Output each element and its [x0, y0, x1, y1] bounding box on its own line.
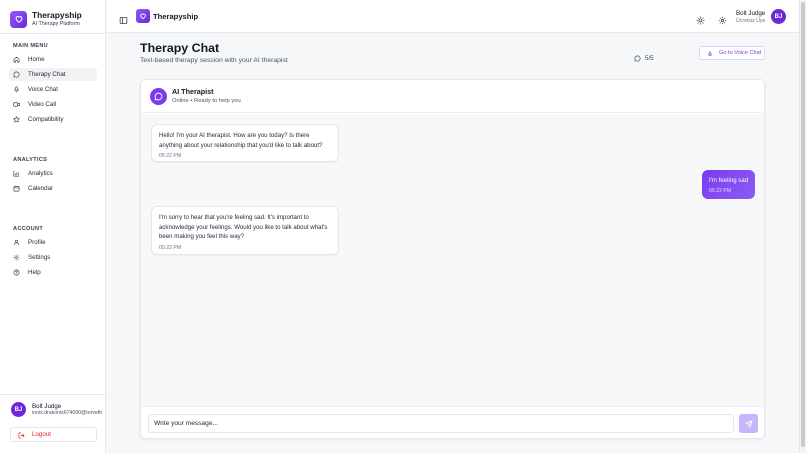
chat-bubble-icon: [634, 49, 641, 67]
sidebar-item-label: Therapy Chat: [28, 71, 66, 78]
message-text: I'm sorry to hear that you're feeling sa…: [159, 214, 328, 241]
message-text: Hello! I'm your AI therapist. How are yo…: [159, 132, 323, 149]
video-camera-icon: [13, 101, 20, 108]
user-email: ionix.drakonis674090@torveth: [32, 410, 103, 416]
assistant-name: AI Therapist: [172, 87, 214, 96]
user-name: Bolt Judge: [32, 403, 62, 410]
quota-count: 5/5: [645, 54, 654, 62]
top-bar: Therapyship Bolt Judge Ücretsiz Üye BJ: [107, 0, 799, 33]
sidebar-item-voice-chat[interactable]: Voice Chat: [9, 83, 97, 96]
sidebar-toggle-icon[interactable]: [119, 12, 128, 24]
calendar-icon: [13, 185, 20, 192]
section-label-analytics: ANALYTICS: [13, 157, 48, 163]
divider: [0, 394, 106, 395]
top-bar-title: Therapyship: [153, 12, 199, 21]
gear-icon[interactable]: [718, 12, 727, 25]
page-subtitle: Text-based therapy session with your AI …: [140, 57, 288, 64]
sidebar-item-therapy-chat[interactable]: Therapy Chat: [9, 68, 97, 81]
send-button[interactable]: [739, 414, 758, 433]
sidebar-item-settings[interactable]: Settings: [9, 251, 97, 264]
chat-panel: AI Therapist Online • Ready to help you …: [140, 79, 765, 439]
voice-button-label: Go to Voice Chat: [719, 50, 762, 56]
sidebar-item-label: Calendar: [28, 185, 54, 192]
scrollbar-thumb[interactable]: [801, 2, 805, 447]
message-time: 05:22 PM: [159, 153, 182, 159]
chat-bubble-icon: [13, 71, 20, 78]
go-to-voice-chat-button[interactable]: Go to Voice Chat: [699, 46, 765, 60]
bar-chart-icon: [13, 170, 20, 177]
message-bubble-ai: Hello! I'm your AI therapist. How are yo…: [151, 124, 339, 162]
assistant-status: Online • Ready to help you: [172, 98, 241, 104]
microphone-icon: [707, 44, 713, 62]
brand[interactable]: Therapyship AI Therapy Platform: [10, 10, 82, 28]
message-time: 05:22 PM: [159, 245, 182, 251]
brand-title: Therapyship: [32, 10, 82, 20]
heart-logo-icon: [10, 10, 27, 28]
sidebar: Therapyship AI Therapy Platform MAIN MEN…: [0, 0, 106, 453]
logout-label: Logout: [32, 431, 51, 438]
logout-icon: [18, 426, 25, 444]
section-label-account: ACCOUNT: [13, 226, 44, 232]
avatar[interactable]: BJ: [11, 402, 26, 417]
divider: [0, 33, 106, 34]
home-icon: [13, 56, 20, 63]
sidebar-item-calendar[interactable]: Calendar: [9, 182, 97, 195]
sidebar-item-label: Profile: [28, 239, 46, 246]
message-list[interactable]: Hello! I'm your AI therapist. How are yo…: [141, 114, 764, 406]
sidebar-item-label: Home: [28, 56, 45, 63]
sidebar-item-label: Analytics: [28, 170, 53, 177]
sidebar-item-video-call[interactable]: Video Call: [9, 98, 97, 111]
page-scrollbar[interactable]: [799, 0, 806, 453]
sidebar-item-label: Help: [28, 269, 41, 276]
message-input[interactable]: [148, 414, 734, 433]
microphone-icon: [13, 86, 20, 93]
sidebar-item-label: Video Call: [28, 101, 57, 108]
heart-logo-icon: [136, 9, 150, 23]
message-time: 05:22 PM: [709, 188, 732, 194]
gear-icon: [13, 254, 20, 261]
sidebar-item-analytics[interactable]: Analytics: [9, 167, 97, 180]
user-icon: [13, 239, 20, 246]
sidebar-item-label: Voice Chat: [28, 86, 58, 93]
message-quota: 5/5: [634, 49, 654, 67]
message-text: I'm feeling sad: [709, 177, 749, 184]
sidebar-item-home[interactable]: Home: [9, 53, 97, 66]
logout-button[interactable]: Logout: [10, 427, 97, 442]
section-label-main-menu: MAIN MENU: [13, 43, 49, 49]
send-icon: [744, 415, 753, 433]
message-bubble-user: I'm feeling sad 05:22 PM: [702, 170, 755, 199]
sidebar-item-compatibility[interactable]: Compatibility: [9, 113, 97, 126]
chat-header: AI Therapist Online • Ready to help you: [141, 80, 764, 113]
sidebar-item-profile[interactable]: Profile: [9, 236, 97, 249]
star-icon: [13, 116, 20, 123]
message-bubble-ai: I'm sorry to hear that you're feeling sa…: [151, 206, 339, 255]
top-user-role: Ücretsiz Üye: [736, 18, 766, 24]
top-user-name: Bolt Judge: [736, 10, 766, 17]
message-composer: [141, 406, 764, 438]
avatar[interactable]: BJ: [771, 9, 786, 24]
sidebar-item-label: Compatibility: [28, 116, 64, 123]
sun-icon[interactable]: [696, 12, 705, 25]
sidebar-item-help[interactable]: Help: [9, 266, 97, 279]
page-title: Therapy Chat: [140, 41, 220, 55]
sidebar-item-label: Settings: [28, 254, 51, 261]
ai-avatar: [150, 88, 167, 105]
help-circle-icon: [13, 269, 20, 276]
brand-tagline: AI Therapy Platform: [32, 21, 80, 27]
